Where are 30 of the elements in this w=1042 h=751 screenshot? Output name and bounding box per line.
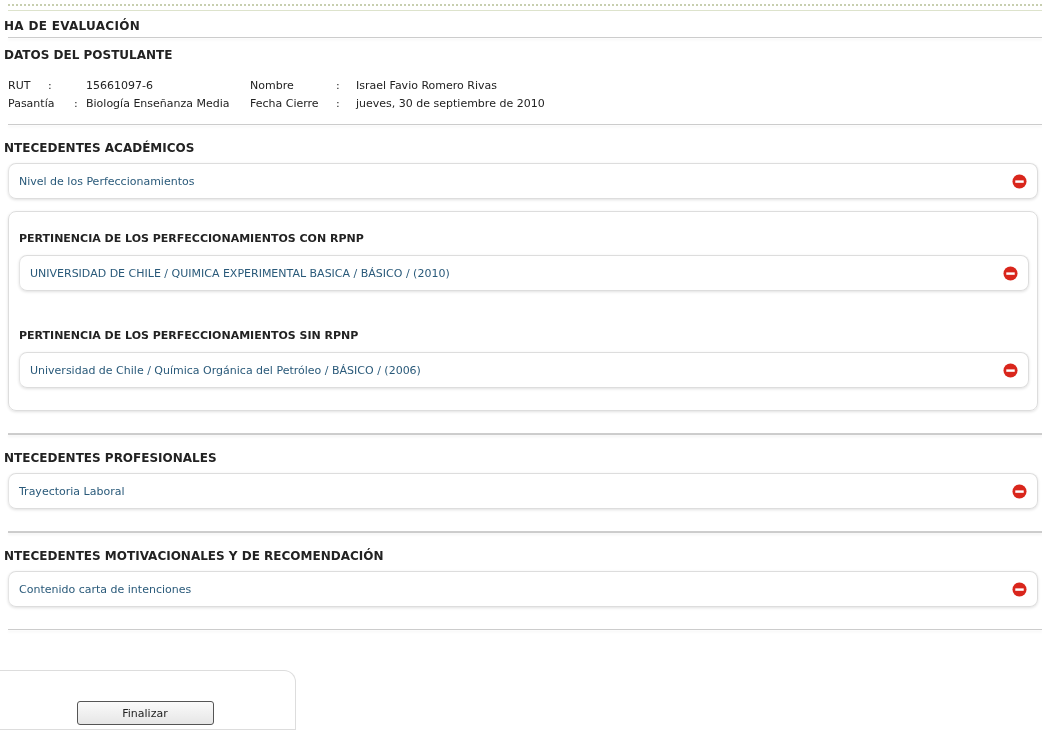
section-heading: NTECEDENTES MOTIVACIONALES Y DE RECOMENDACIÓN: [4, 547, 385, 565]
field-value: 15661097-6: [86, 78, 154, 92]
section-heading: NTECEDENTES PROFESIONALES: [4, 450, 218, 467]
group-heading: PERTINENCIA DE LOS PERFECCIONAMIENTOS CON RPNP: [18, 231, 365, 247]
separator: :: [336, 96, 341, 110]
field-value: jueves, 30 de septiembre de 2010: [356, 96, 545, 110]
course-row[interactable]: UNIVERSIDAD DE CHILE / QUIMICA EXPERIMENTAL BASICA / BÁSICO / (2010): [19, 255, 1029, 291]
field-label: RUT: [8, 78, 32, 92]
field-label: Fecha Cierre: [250, 96, 320, 110]
page-title: HA DE EVALUACIÓN: [4, 17, 141, 35]
field-value: Biología Enseñanza Media: [86, 96, 231, 110]
criterion-row[interactable]: Nivel de los Perfeccionamientos: [8, 163, 1038, 199]
separator: :: [336, 78, 341, 92]
field-value: Israel Favio Romero Rivas: [356, 78, 497, 92]
remove-icon[interactable]: [1003, 265, 1018, 281]
remove-icon[interactable]: [1003, 362, 1018, 378]
criterion-row[interactable]: Trayectoria Laboral: [8, 473, 1038, 509]
field-label: Pasantía: [8, 96, 56, 110]
remove-icon[interactable]: [1012, 581, 1027, 597]
separator: :: [74, 96, 79, 110]
criterion-row[interactable]: Contenido carta de intenciones: [8, 571, 1038, 607]
course-row[interactable]: Universidad de Chile / Química Orgánica del Petróleo / BÁSICO / (2006): [19, 352, 1029, 388]
finish-button[interactable]: Finalizar: [76, 701, 214, 725]
group-heading: PERTINENCIA DE LOS PERFECCIONAMIENTOS SIN RPNP: [18, 328, 360, 344]
remove-icon[interactable]: [1012, 173, 1027, 189]
section-heading: DATOS DEL POSTULANTE: [4, 47, 174, 62]
section-heading: NTECEDENTES ACADÉMICOS: [4, 139, 196, 157]
separator: :: [48, 78, 53, 92]
field-label: Nombre: [250, 78, 295, 92]
remove-icon[interactable]: [1012, 483, 1027, 499]
